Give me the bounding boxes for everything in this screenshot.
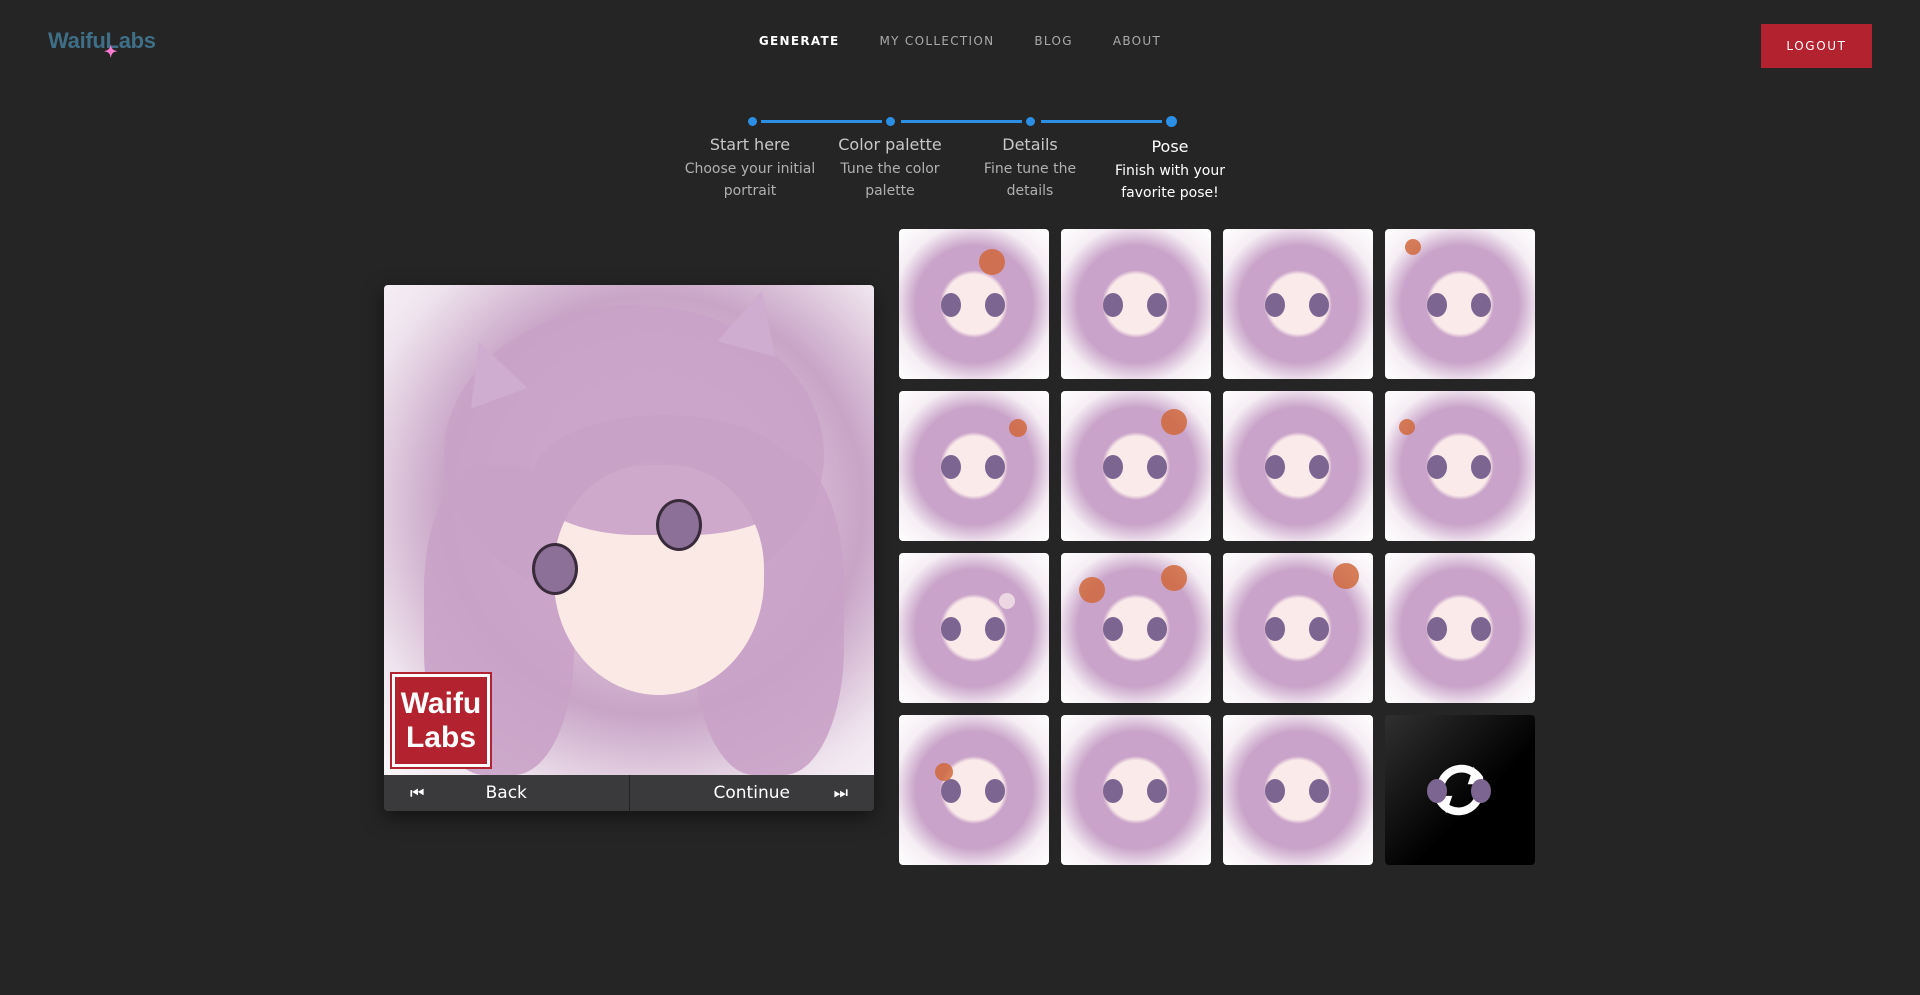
refresh-options-button[interactable] <box>1385 715 1535 865</box>
step-start-here[interactable]: Start here Choose your initial portrait <box>675 135 825 202</box>
pose-option[interactable] <box>1061 553 1211 703</box>
step-dot-1[interactable] <box>748 117 757 126</box>
eye-shape <box>532 543 578 595</box>
step-description: Fine tune the details <box>983 161 1077 199</box>
pose-option[interactable] <box>899 229 1049 379</box>
step-dot-2[interactable] <box>886 117 895 126</box>
waifulabs-watermark: Waifu Labs <box>390 672 492 769</box>
back-button[interactable]: ⏮ Back <box>384 775 629 811</box>
nav-about[interactable]: ABOUT <box>1113 34 1161 48</box>
main-nav: GENERATE MY COLLECTION BLOG ABOUT <box>0 34 1920 48</box>
logout-button[interactable]: LOGOUT <box>1761 24 1872 68</box>
step-title: Start here <box>709 135 791 154</box>
step-title: Details <box>1002 135 1058 154</box>
pose-option[interactable] <box>1223 229 1373 379</box>
nav-generate[interactable]: GENERATE <box>759 34 840 48</box>
step-title: Pose <box>1151 137 1189 156</box>
pose-option[interactable] <box>899 715 1049 865</box>
pose-option[interactable] <box>899 553 1049 703</box>
progress-stepper: Start here Choose your initial portrait C… <box>0 115 1920 225</box>
pose-option[interactable] <box>1223 391 1373 541</box>
step-dot-4[interactable] <box>1166 116 1177 127</box>
pose-option[interactable] <box>1385 391 1535 541</box>
skip-back-icon: ⏮ <box>410 783 425 802</box>
step-description: Tune the color palette <box>840 161 940 199</box>
pose-option[interactable] <box>1061 391 1211 541</box>
pose-option[interactable] <box>1223 553 1373 703</box>
pose-options-grid <box>899 229 1535 865</box>
step-connector <box>1041 120 1162 123</box>
step-connector <box>901 120 1022 123</box>
selected-portrait-card: Waifu Labs ⏮ Back Continue ⏭ <box>384 285 874 811</box>
pose-option[interactable] <box>1061 229 1211 379</box>
nav-blog[interactable]: BLOG <box>1034 34 1072 48</box>
step-details[interactable]: Details Fine tune the details <box>955 135 1105 202</box>
pose-option[interactable] <box>1385 553 1535 703</box>
continue-label: Continue <box>713 783 790 803</box>
skip-forward-icon: ⏭ <box>833 783 848 802</box>
step-pose[interactable]: Pose Finish with your favorite pose! <box>1095 137 1245 204</box>
nav-my-collection[interactable]: MY COLLECTION <box>880 34 995 48</box>
pose-option[interactable] <box>899 391 1049 541</box>
back-label: Back <box>485 783 527 803</box>
step-description: Choose your initial portrait <box>684 161 816 199</box>
step-color-palette[interactable]: Color palette Tune the color palette <box>815 135 965 202</box>
navigation-controls: ⏮ Back Continue ⏭ <box>384 775 874 811</box>
pose-option[interactable] <box>1061 715 1211 865</box>
step-connector <box>761 120 882 123</box>
step-dot-3[interactable] <box>1026 117 1035 126</box>
pose-option[interactable] <box>1385 229 1535 379</box>
pose-option[interactable] <box>1223 715 1373 865</box>
step-description: Finish with your favorite pose! <box>1115 163 1225 201</box>
refresh-icon <box>1434 764 1486 816</box>
step-title: Color palette <box>838 135 942 154</box>
eye-shape <box>656 499 702 551</box>
continue-button[interactable]: Continue ⏭ <box>628 775 875 811</box>
